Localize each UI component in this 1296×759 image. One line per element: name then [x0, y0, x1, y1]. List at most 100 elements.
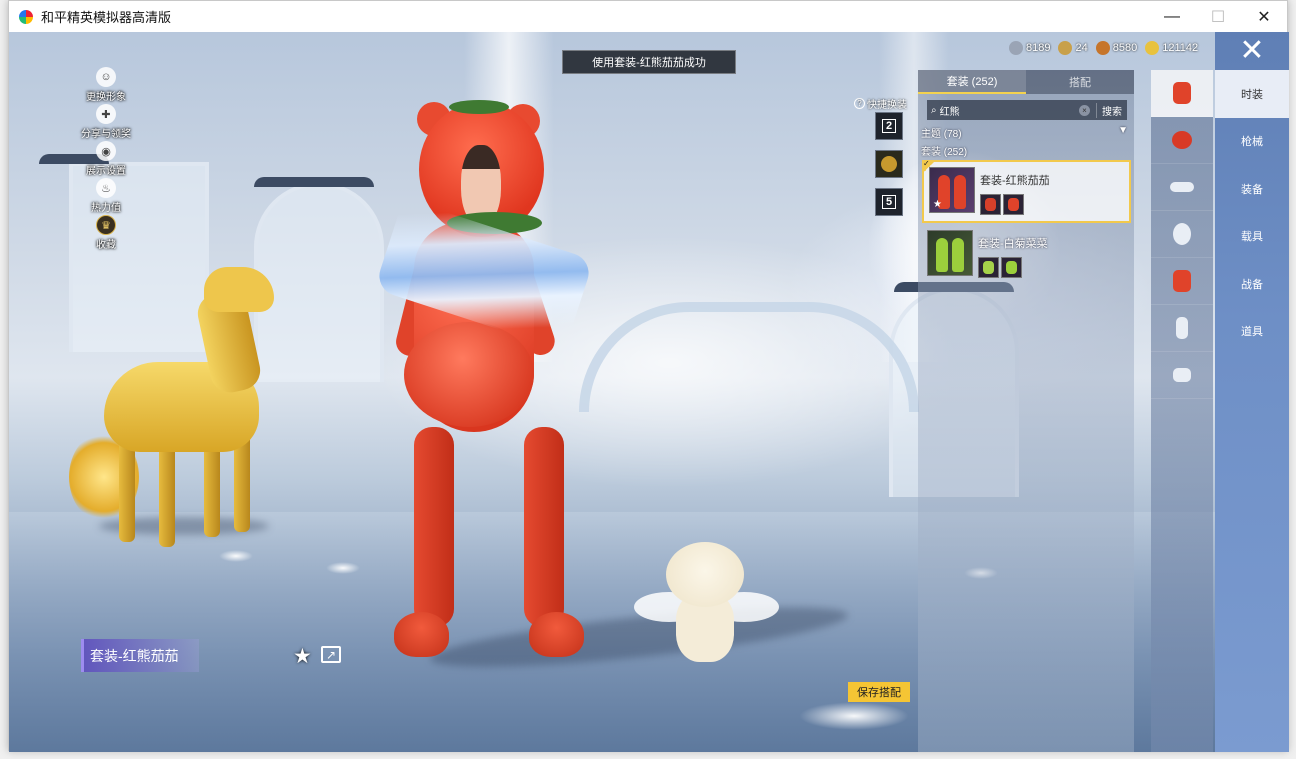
currency-value: 24 [1075, 42, 1088, 54]
pet-head [666, 542, 744, 607]
category-icon-column [1151, 70, 1213, 752]
favorite-star-icon: ★ [933, 199, 942, 210]
coin-silver-icon [1009, 41, 1023, 55]
sub-items [978, 257, 1048, 278]
nav-equipment[interactable]: 装备 [1215, 165, 1289, 213]
category-goggles[interactable] [1151, 164, 1213, 211]
outfit-name: 套装-白菊菜菜 [978, 238, 1048, 250]
sub-item-thumb[interactable] [980, 194, 1001, 215]
title-bar: 和平精英模拟器高清版 — ☐ ✕ [9, 1, 1287, 32]
outfit-icon [1173, 82, 1191, 104]
save-outfit-button[interactable]: 保存搭配 [848, 682, 910, 702]
lotus-decoration [219, 550, 253, 562]
minimize-button[interactable]: — [1149, 1, 1195, 32]
menu-change-avatar[interactable]: ☺ 更换形象 [71, 67, 141, 104]
currency-value: 8580 [1112, 42, 1138, 54]
shoes-icon [1173, 368, 1191, 382]
help-icon: ? [854, 98, 865, 109]
coin-gold-icon [1145, 41, 1160, 55]
outfit-card-red-bear[interactable]: ✓ ★ 套装-红熊茄茄 [922, 160, 1131, 223]
quick-change-text: 快捷换装 [867, 100, 907, 111]
maximize-button[interactable]: ☐ [1195, 1, 1241, 32]
chevron-down-icon: ▼ [1118, 125, 1128, 136]
clear-icon[interactable]: × [1079, 104, 1090, 116]
sub-item-thumb[interactable] [978, 257, 999, 278]
theme-filter-label: 主题 (78) [921, 129, 962, 140]
character-boot [394, 612, 449, 657]
quick-slot-5[interactable]: 5 [875, 188, 903, 216]
tab-combos[interactable]: 搭配 [1026, 70, 1134, 94]
category-shoes[interactable] [1151, 352, 1213, 399]
menu-label: 热力值 [91, 203, 121, 214]
menu-collection[interactable]: ♛ 收藏 [71, 215, 141, 252]
lotus-decoration [799, 702, 909, 730]
category-outfit[interactable] [1151, 70, 1213, 117]
nav-combat-gear[interactable]: 战备 [1215, 260, 1289, 308]
nav-weapons[interactable]: 枪械 [1215, 118, 1289, 166]
search-icon: ⌕ [931, 104, 937, 116]
lotus-decoration [326, 562, 360, 574]
currency-item: 24 [1058, 41, 1088, 55]
nav-vehicles[interactable]: 载具 [1215, 213, 1289, 261]
menu-share-rewards[interactable]: ✚ 分享与领奖 [71, 104, 141, 141]
figure-shape [954, 175, 966, 209]
right-nav: ✕ 时装 枪械 装备 载具 战备 道具 [1215, 32, 1289, 752]
quick-slot-emblem[interactable] [875, 150, 903, 178]
category-face[interactable] [1151, 211, 1213, 258]
category-pants[interactable] [1151, 305, 1213, 352]
close-window-button[interactable]: ✕ [1241, 1, 1287, 32]
left-side-menu: ☺ 更换形象 ✚ 分享与领奖 ◉ 展示设置 ♨ 热力值 ♛ 收藏 [71, 67, 141, 252]
group-title: 套装 (252) [921, 147, 968, 158]
sub-item-thumb[interactable] [1003, 194, 1024, 215]
favorite-star-icon[interactable]: ★ [293, 644, 312, 669]
panel-tabs: 套装 (252) 搭配 [918, 70, 1134, 94]
flame-icon: ♨ [96, 178, 116, 198]
tab-outfits[interactable]: 套装 (252) [918, 70, 1026, 94]
character-leg [524, 427, 564, 627]
window-controls: — ☐ ✕ [1149, 1, 1287, 32]
search-input[interactable]: 红熊 [940, 103, 1079, 118]
menu-label: 展示设置 [86, 166, 126, 177]
coin-a-icon [1058, 41, 1073, 55]
nav-fashion[interactable]: 时装 [1215, 70, 1289, 118]
tomato-icon [1172, 131, 1192, 149]
pavilion-roof [254, 177, 374, 187]
theme-filter[interactable]: 主题 (78) ▼ [921, 125, 1128, 140]
top-icon [1173, 270, 1191, 292]
card-info: 套装-白菊菜菜 [978, 230, 1048, 278]
moon-gate [254, 182, 384, 382]
quick-slot-2[interactable]: 2 [875, 112, 903, 140]
currency-item: 121142 [1145, 41, 1198, 55]
character-leg [414, 427, 454, 627]
quick-change-label[interactable]: ? 快捷换装 [854, 96, 907, 111]
character-boot [529, 612, 584, 657]
close-icon[interactable]: ✕ [1215, 32, 1289, 70]
slot-number: 5 [881, 195, 897, 209]
item-shape [1008, 198, 1019, 211]
category-hat[interactable] [1151, 117, 1213, 164]
category-top[interactable] [1151, 258, 1213, 305]
current-outfit-label: 套装-红熊茄茄 [81, 639, 199, 672]
search-button[interactable]: 搜索 [1096, 102, 1127, 118]
emblem-icon [881, 156, 897, 172]
game-viewport: 使用套装-红熊茄茄成功 ☺ 更换形象 ✚ 分享与领奖 ◉ 展示设置 ♨ 热力值 … [9, 32, 1289, 752]
collection-icon: ♛ [96, 215, 116, 235]
currency-item: 8580 [1095, 41, 1138, 55]
menu-display-settings[interactable]: ◉ 展示设置 [71, 141, 141, 178]
nav-props[interactable]: 道具 [1215, 308, 1289, 356]
character-belly [404, 322, 534, 427]
menu-label: 收藏 [96, 240, 116, 251]
outfit-card-white-chrysanthemum[interactable]: 套装-白菊菜菜 [922, 225, 1131, 288]
menu-label: 分享与领奖 [81, 129, 131, 140]
slot-number: 2 [881, 119, 897, 133]
currency-item: 8189 [1009, 41, 1050, 55]
figure-shape [952, 238, 964, 272]
share-icon[interactable]: ↗ [321, 646, 341, 663]
menu-heat-value[interactable]: ♨ 热力值 [71, 178, 141, 215]
app-logo-icon [19, 9, 33, 24]
share-gift-icon: ✚ [96, 104, 116, 124]
face-icon [1173, 223, 1191, 245]
eye-icon: ◉ [96, 141, 116, 161]
goggles-icon [1170, 182, 1194, 192]
sub-item-thumb[interactable] [1001, 257, 1022, 278]
